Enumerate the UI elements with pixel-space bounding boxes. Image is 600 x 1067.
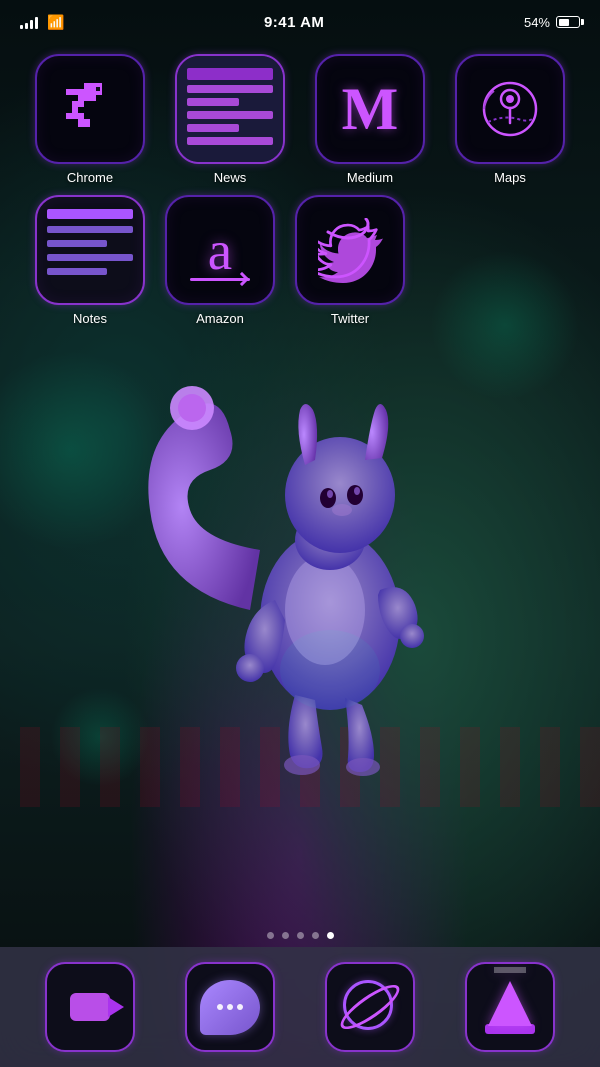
chrome-label: Chrome <box>67 170 113 185</box>
page-dot-1[interactable] <box>267 932 274 939</box>
twitter-icon[interactable] <box>295 195 405 305</box>
app-item-maps[interactable]: Maps <box>450 54 570 185</box>
news-icon[interactable] <box>175 54 285 164</box>
chrome-icon[interactable] <box>35 54 145 164</box>
page-dot-3[interactable] <box>297 932 304 939</box>
page-dots <box>0 932 600 939</box>
app-row-2: Notes a Amazon Twitter <box>20 195 580 326</box>
page-dot-5[interactable] <box>327 932 334 939</box>
battery-percentage: 54% <box>524 15 550 30</box>
video-camera-body-icon <box>70 993 110 1021</box>
app-item-amazon[interactable]: a Amazon <box>160 195 280 326</box>
notes-icon[interactable] <box>35 195 145 305</box>
medium-icon[interactable]: M <box>315 54 425 164</box>
app-item-chrome[interactable]: Chrome <box>30 54 150 185</box>
amazon-label: Amazon <box>196 311 244 326</box>
wifi-icon: 📶 <box>47 14 64 31</box>
dock-item-vlc[interactable] <box>465 962 555 1052</box>
explorer-icon[interactable] <box>325 962 415 1052</box>
dock-item-messages[interactable] <box>185 962 275 1052</box>
status-time: 9:41 AM <box>264 14 324 31</box>
amazon-icon[interactable]: a <box>165 195 275 305</box>
app-grid: Chrome News M Medium <box>0 54 600 336</box>
page-dot-4[interactable] <box>312 932 319 939</box>
app-item-medium[interactable]: M Medium <box>310 54 430 185</box>
app-item-news[interactable]: News <box>170 54 290 185</box>
page-dot-2[interactable] <box>282 932 289 939</box>
vlc-cone-icon <box>488 981 532 1026</box>
status-bar: 📶 9:41 AM 54% <box>0 0 600 44</box>
vlc-icon[interactable] <box>465 962 555 1052</box>
medium-label: Medium <box>347 170 393 185</box>
dock <box>0 947 600 1067</box>
status-left: 📶 <box>20 14 64 31</box>
battery-icon <box>556 16 580 28</box>
signal-icon <box>20 15 38 29</box>
twitter-label: Twitter <box>331 311 369 326</box>
messages-icon[interactable] <box>185 962 275 1052</box>
status-right: 54% <box>524 15 580 30</box>
video-camera-lens-icon <box>108 997 124 1017</box>
dock-item-explorer[interactable] <box>325 962 415 1052</box>
facetime-icon[interactable] <box>45 962 135 1052</box>
app-item-notes[interactable]: Notes <box>30 195 150 326</box>
maps-icon[interactable] <box>455 54 565 164</box>
mewtwo-character <box>130 310 470 790</box>
chat-bubble-icon <box>200 980 260 1035</box>
app-item-twitter[interactable]: Twitter <box>290 195 410 326</box>
news-label: News <box>214 170 247 185</box>
notes-label: Notes <box>73 311 107 326</box>
app-row-1: Chrome News M Medium <box>20 54 580 185</box>
dock-item-facetime[interactable] <box>45 962 135 1052</box>
maps-label: Maps <box>494 170 526 185</box>
